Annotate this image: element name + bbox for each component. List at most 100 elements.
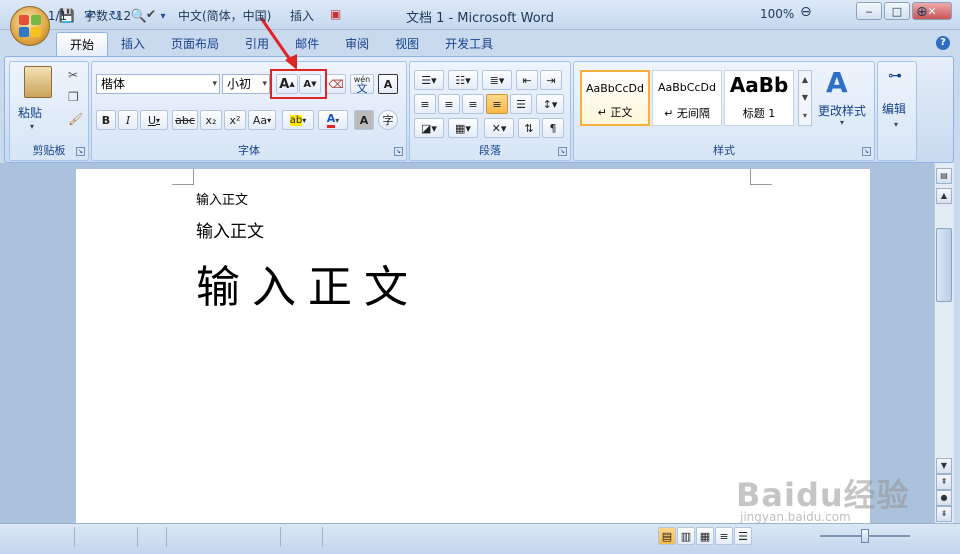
superscript-button[interactable]: x² [224,110,246,130]
paste-icon[interactable] [24,66,52,98]
status-separator [137,527,138,547]
line-spacing-icon[interactable]: ↕▾ [536,94,564,114]
sort-icon[interactable]: ⇅ [518,118,540,138]
char-border-button[interactable]: A [378,74,398,94]
char-shading-button[interactable]: A [354,110,374,130]
proofing-icon[interactable]: ✔ [146,7,156,21]
numbering-icon[interactable]: ☷▾ [448,70,478,90]
insert-mode-indicator[interactable]: 插入 [290,7,314,24]
tab-page-layout[interactable]: 页面布局 [158,32,232,56]
chinese-layout-icon[interactable]: ✕▾ [484,118,514,138]
strikethrough-button[interactable]: abc [172,110,198,130]
font-name-combo[interactable]: 楷体 ▾ [96,74,220,94]
decrease-indent-icon[interactable]: ⇤ [516,70,538,90]
text-line-small: 输入正文 [196,193,249,208]
italic-button[interactable]: I [118,110,138,130]
style-normal[interactable]: AaBbCcDd ↵ 正文 [580,70,650,126]
status-bar [0,523,960,554]
browse-object-icon[interactable]: ● [936,490,952,506]
font-name-value: 楷体 [101,77,126,91]
clear-format-icon[interactable]: ⌫ [326,74,346,94]
cut-icon[interactable]: ✂ [68,68,78,82]
paragraph-group-label: 段落 [479,144,501,157]
show-marks-icon[interactable]: ¶ [542,118,564,138]
status-separator [322,527,323,547]
scroll-up-icon[interactable]: ▲ [936,188,952,204]
align-right-icon[interactable]: ≡ [462,94,484,114]
style-no-spacing[interactable]: AaBbCcDd ↵ 无间隔 [652,70,722,126]
full-screen-view-icon[interactable]: ▥ [677,527,695,545]
subscript-button[interactable]: x₂ [200,110,222,130]
justify-icon[interactable]: ≡ [486,94,508,114]
binoculars-icon[interactable]: ⊶ [888,68,902,84]
multilevel-list-icon[interactable]: ≣▾ [482,70,512,90]
paragraph-launcher-icon[interactable]: ↘ [558,147,567,156]
phonetic-guide-button[interactable]: wén 文 [350,74,374,94]
underline-label: U [147,113,157,127]
scroll-thumb[interactable] [936,228,952,302]
scroll-down-icon[interactable]: ▼ [936,458,952,474]
change-case-label: Aa [252,113,268,127]
styles-group: AaBbCcDd ↵ 正文 AaBbCcDd ↵ 无间隔 AaBb 标题 1 ▲… [573,61,875,161]
office-button[interactable] [10,6,50,46]
tab-developer[interactable]: 开发工具 [432,32,506,56]
tab-review[interactable]: 审阅 [332,32,382,56]
maximize-button[interactable]: □ [884,2,910,20]
font-group-label: 字体 [238,144,260,157]
styles-launcher-icon[interactable]: ↘ [862,147,871,156]
tab-home[interactable]: 开始 [56,32,109,56]
minimize-button[interactable]: ‒ [856,2,882,20]
bold-button[interactable]: B [96,110,116,130]
font-size-combo[interactable]: 小初 ▾ [222,74,270,94]
status-separator [280,527,281,547]
style-no-spacing-preview: AaBbCcDd [658,81,716,94]
ruler-toggle-icon[interactable]: ▤ [936,168,952,184]
zoom-in-button[interactable]: ⊕ [916,4,928,20]
clipboard-launcher-icon[interactable]: ↘ [76,147,85,156]
align-center-icon[interactable]: ≡ [438,94,460,114]
shading-icon[interactable]: ◪▾ [414,118,444,138]
change-styles-label[interactable]: 更改样式 [818,102,866,119]
word-count[interactable]: 字数: 12 [84,7,131,24]
editing-dropdown-icon[interactable]: ▾ [894,120,898,129]
change-styles-icon[interactable]: A [826,66,848,99]
watermark-url: jingyan.baidu.com [740,510,851,524]
zoom-slider-thumb[interactable] [861,529,869,543]
outline-view-icon[interactable]: ≡ [715,527,733,545]
bullets-icon[interactable]: ☰▾ [414,70,444,90]
draft-view-icon[interactable]: ☰ [734,527,752,545]
copy-icon[interactable]: ❐ [68,90,79,104]
style-heading-1[interactable]: AaBb 标题 1 [724,70,794,126]
margin-corner-left [172,169,194,185]
change-case-button[interactable]: Aa ▾ [248,110,276,130]
format-painter-icon[interactable]: 🖌 [68,112,83,126]
web-layout-view-icon[interactable]: ▦ [696,527,714,545]
language-indicator[interactable]: 中文(简体，中国) [178,7,271,24]
macro-record-icon[interactable]: ▣ [330,7,341,21]
zoom-level[interactable]: 100% [760,7,794,21]
tab-view[interactable]: 视图 [382,32,432,56]
paste-label[interactable]: 粘贴 [18,104,42,121]
underline-button[interactable]: U ▾ [140,110,168,130]
editing-label[interactable]: 编辑 [882,100,906,117]
highlight-button[interactable]: ab ▾ [282,110,314,130]
distributed-icon[interactable]: ☰ [510,94,532,114]
help-icon[interactable]: ? [936,36,950,50]
align-left-icon[interactable]: ≡ [414,94,436,114]
enclose-char-button[interactable]: 字 [378,110,398,130]
text-line-medium: 输入正文 [196,222,264,242]
change-styles-dropdown-icon[interactable]: ▾ [840,118,844,127]
previous-page-icon[interactable]: ⇞ [936,474,952,490]
styles-scroll[interactable]: ▲ ▼ ▾ [798,70,812,126]
next-page-icon[interactable]: ⇟ [936,506,952,522]
styles-group-label: 样式 [713,144,735,157]
font-color-button[interactable]: A ▾ [318,110,348,130]
paste-dropdown-icon[interactable]: ▾ [30,122,34,131]
borders-icon[interactable]: ▦▾ [448,118,478,138]
style-heading-1-name: 标题 1 [742,107,776,120]
increase-indent-icon[interactable]: ⇥ [540,70,562,90]
zoom-out-button[interactable]: ⊖ [800,4,812,20]
font-launcher-icon[interactable]: ↘ [394,147,403,156]
tab-insert[interactable]: 插入 [108,32,158,56]
print-layout-view-icon[interactable]: ▤ [658,527,676,545]
